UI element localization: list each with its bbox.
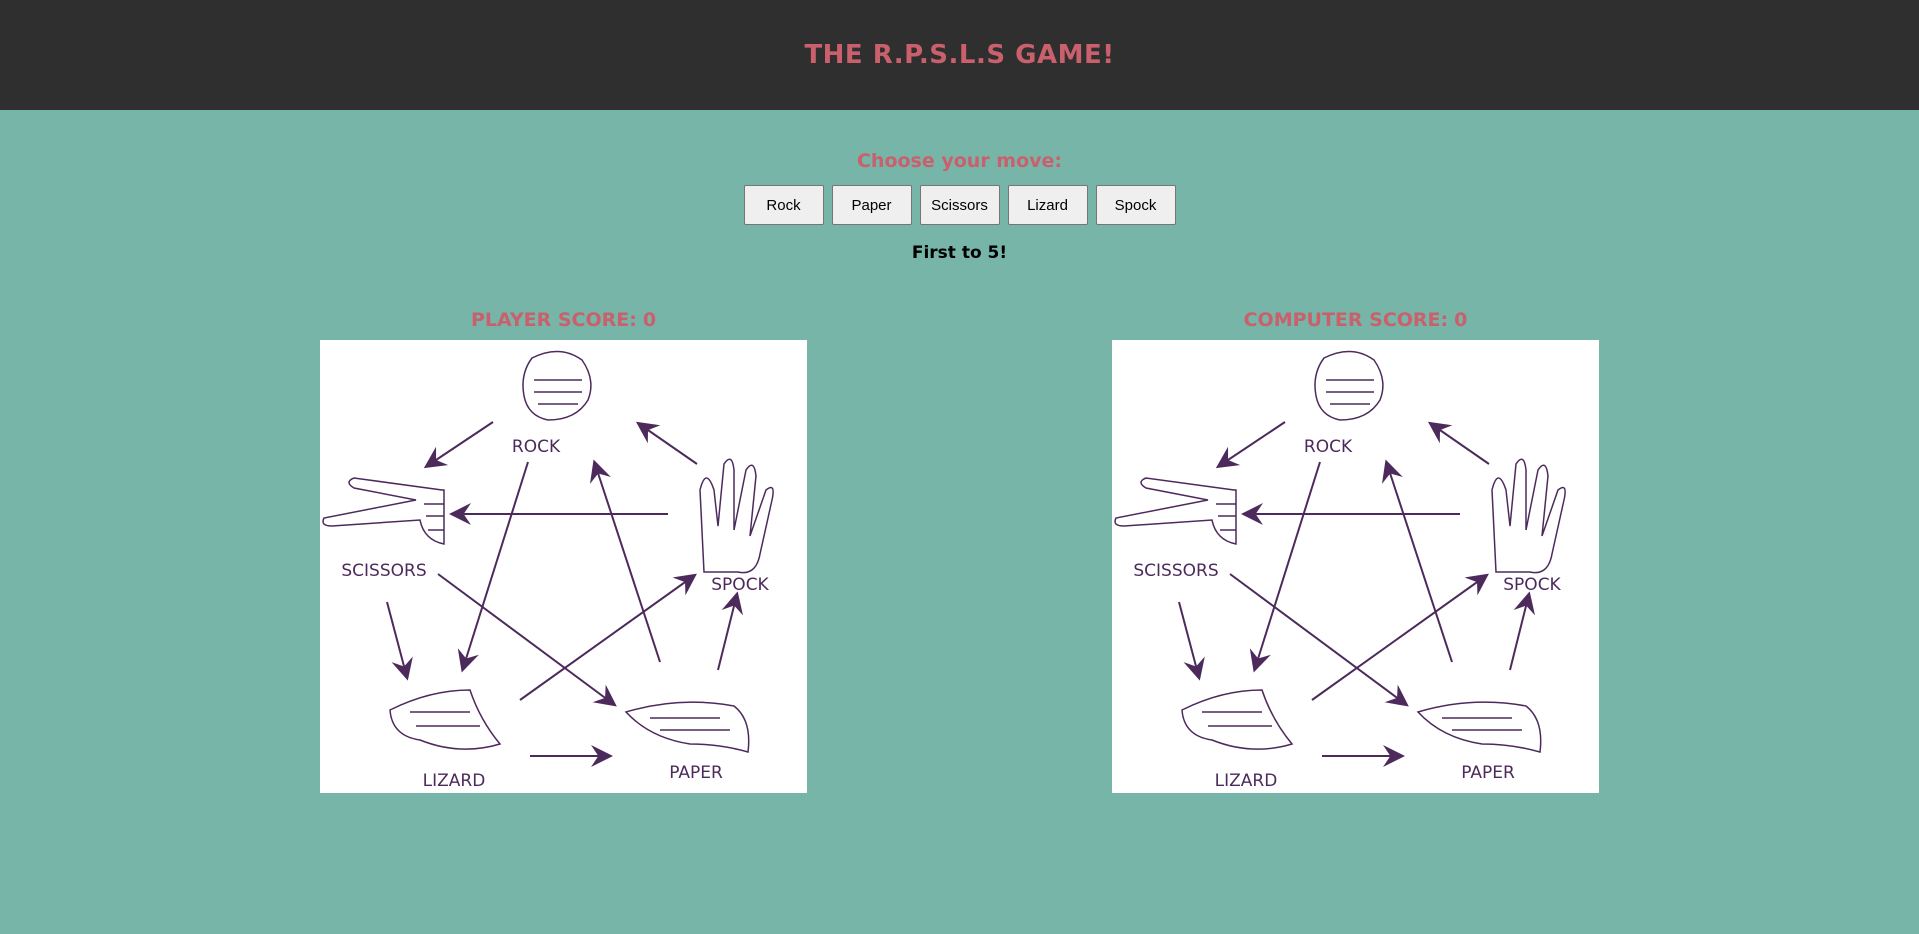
label-scissors: SCISSORS (341, 561, 426, 581)
rock-hand-icon (1314, 350, 1384, 421)
label-scissors: SCISSORS (1133, 561, 1218, 581)
diagram-hands (1114, 350, 1566, 753)
spock-button[interactable]: Spock (1095, 185, 1176, 225)
rock-button[interactable]: Rock (743, 185, 824, 225)
move-prompt: Choose your move: (856, 150, 1063, 172)
lizard-hand-icon (1181, 689, 1294, 750)
computer-panel: COMPUTER SCORE: 0 ROCK SPOCK SCISSORS LI… (1112, 308, 1599, 793)
player-rpsls-diagram: ROCK SPOCK SCISSORS LIZARD PAPER (320, 340, 807, 793)
rock-hand-icon (522, 350, 592, 421)
label-paper: PAPER (1461, 763, 1515, 783)
header-bar: THE R.P.S.L.S GAME! (0, 0, 1919, 110)
move-buttons: Rock Paper Scissors Lizard Spock (0, 185, 1919, 225)
win-condition-text: First to 5! (911, 243, 1008, 263)
player-score-value: 0 (642, 309, 657, 331)
scissors-button[interactable]: Scissors (919, 185, 1000, 225)
paper-hand-icon (1416, 701, 1542, 753)
label-rock: ROCK (1304, 437, 1353, 457)
lizard-hand-icon (389, 689, 502, 750)
spock-hand-icon (1491, 458, 1566, 574)
computer-score-label: COMPUTER SCORE: 0 (1112, 308, 1599, 340)
paper-button[interactable]: Paper (831, 185, 912, 225)
label-paper: PAPER (669, 763, 723, 783)
page-title: THE R.P.S.L.S GAME! (804, 40, 1115, 70)
computer-score-value: 0 (1454, 309, 1468, 331)
label-spock: SPOCK (1503, 575, 1561, 595)
spock-hand-icon (699, 458, 774, 574)
label-spock: SPOCK (711, 575, 769, 595)
label-rock: ROCK (512, 437, 561, 457)
label-lizard: LIZARD (423, 771, 486, 791)
lizard-button[interactable]: Lizard (1007, 185, 1088, 225)
computer-rpsls-diagram: ROCK SPOCK SCISSORS LIZARD PAPER (1112, 340, 1599, 793)
scissors-hand-icon (1114, 477, 1237, 545)
paper-hand-icon (624, 701, 750, 753)
diagram-hands (322, 350, 774, 753)
player-score-title: PLAYER SCORE: (470, 309, 637, 331)
player-score-label: PLAYER SCORE: 0 (320, 308, 807, 340)
game-area: Choose your move: Rock Paper Scissors Li… (0, 110, 1919, 934)
player-panel: PLAYER SCORE: 0 ROCK SPOCK SCISSORS LIZA… (320, 308, 807, 793)
scissors-hand-icon (322, 477, 445, 545)
computer-score-title: COMPUTER SCORE: (1243, 309, 1449, 331)
label-lizard: LIZARD (1215, 771, 1278, 791)
